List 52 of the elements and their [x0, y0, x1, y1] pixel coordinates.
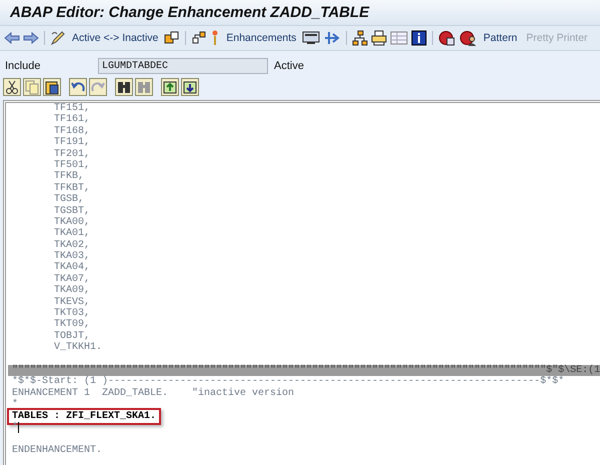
- info-icon[interactable]: [411, 30, 428, 46]
- code-line: TKEVS,: [53, 296, 92, 308]
- forward-arrow-icon[interactable]: [23, 31, 39, 45]
- code-line: TKA02,: [53, 240, 92, 251]
- binoculars-icon[interactable]: [115, 78, 133, 96]
- monitor-icon[interactable]: [302, 30, 320, 46]
- toolbar-button[interactable]: Pattern: [480, 31, 520, 45]
- circle-person-icon[interactable]: [459, 30, 478, 46]
- hierarchy-icon[interactable]: [191, 30, 208, 46]
- code-line: V_TKKH1.: [53, 342, 104, 354]
- pencil-icon[interactable]: [50, 30, 66, 46]
- toolbar-button[interactable]: Enhancements: [223, 31, 300, 45]
- printer-icon[interactable]: [371, 30, 388, 46]
- circle-document-icon[interactable]: [438, 30, 456, 46]
- code-line: TKA01,: [53, 228, 92, 240]
- code-line: *$*$-Start: (1 )------------------------------------------------------------------------$*$*: [12, 376, 566, 388]
- back-arrow-icon[interactable]: [4, 31, 20, 45]
- code-line: TKA03,: [53, 251, 92, 262]
- status-text: Active: [274, 60, 304, 72]
- include-field[interactable]: LGUMDTABDEC: [98, 58, 268, 74]
- code-line: TGSB,: [53, 194, 86, 206]
- squares-icon[interactable]: [164, 30, 180, 46]
- toolbar-button[interactable]: Active <-> Inactive: [69, 31, 162, 45]
- code-line: TKT09,: [53, 319, 92, 331]
- code-line: TKA09,: [53, 285, 92, 297]
- code-line: ENDENHANCEMENT.: [12, 444, 104, 456]
- scissors-icon[interactable]: [3, 78, 21, 96]
- code-line: TF161,: [53, 114, 92, 126]
- code-line: TF201,: [53, 148, 92, 160]
- code-line: TGSBT,: [53, 206, 92, 217]
- code-line: TFKB,: [53, 171, 86, 183]
- code-line: TKT03,: [53, 308, 92, 320]
- code-line: TF151,: [53, 103, 92, 114]
- code-line: *: [12, 422, 18, 433]
- code-line: TFKBT,: [53, 182, 92, 194]
- tree-icon[interactable]: [352, 30, 368, 46]
- code-line: TKA04,: [53, 262, 92, 274]
- clipboard-icon[interactable]: [43, 78, 61, 96]
- include-label: Include: [5, 60, 42, 72]
- window-title: ABAP Editor: Change Enhancement ZADD_TABLE: [10, 4, 370, 21]
- code-line: TF168,: [53, 126, 92, 137]
- code-line: TF501,: [53, 160, 92, 171]
- download-icon[interactable]: [181, 78, 199, 96]
- code-line: ENHANCEMENT 1 ZADD_TABLE. "inactive version: [12, 388, 296, 399]
- upload-icon[interactable]: [161, 78, 179, 96]
- code-line: TKA07,: [53, 274, 92, 285]
- code-line: *: [12, 399, 20, 411]
- code-line: TF191,: [53, 137, 92, 149]
- code-line: TOBJT,: [53, 330, 92, 342]
- code-line: TKA00,: [53, 216, 92, 228]
- text-cursor: [18, 422, 20, 433]
- arrows-icon[interactable]: [323, 30, 342, 46]
